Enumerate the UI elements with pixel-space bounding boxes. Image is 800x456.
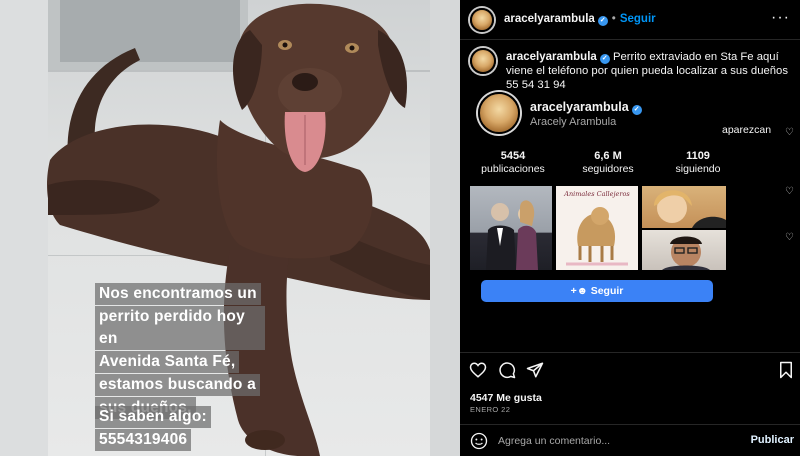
comment-icon[interactable]: [498, 361, 516, 379]
grid-post-thumbnail[interactable]: [642, 186, 726, 228]
profile-preview-fullname: Aracely Arambula: [530, 116, 617, 128]
post-date[interactable]: ENERO 22: [470, 405, 510, 414]
caption-avatar[interactable]: [470, 48, 496, 74]
comment-input[interactable]: Agrega un comentario...: [498, 435, 610, 447]
story-text-line: Avenida Santa Fé,: [95, 351, 240, 373]
profile-stats: 5454 publicaciones 6,6 Mseguidores 1109 si…: [478, 150, 738, 180]
divider: [460, 352, 800, 353]
caption-username[interactable]: aracelyarambula: [506, 51, 597, 63]
grid-post-thumbnail[interactable]: Animales Callejeros: [556, 186, 638, 270]
story-text-block-2: Si saben algo: 5554319406: [95, 406, 265, 452]
post-sidebar: aracelyarambula ✓ • Seguir ··· aracelyaramb…: [460, 0, 800, 456]
stat-following: 1109 siguiendo: [675, 150, 721, 175]
follow-link[interactable]: Seguir: [620, 13, 656, 25]
header-username[interactable]: aracelyarambula: [504, 13, 595, 25]
follow-button-label: Seguir: [590, 285, 624, 297]
share-icon[interactable]: [526, 361, 544, 379]
comment-like-icon[interactable]: ♡: [785, 232, 794, 243]
heart-icon[interactable]: [469, 361, 487, 379]
post-header: aracelyarambula ✓ • Seguir ···: [460, 0, 800, 40]
emoji-icon[interactable]: [470, 432, 488, 450]
story-text-line: Nos encontramos un: [95, 283, 261, 305]
like-count[interactable]: 4547 Me gusta: [470, 392, 542, 404]
grid-post-thumbnail[interactable]: [642, 230, 726, 270]
verified-badge-icon: ✓: [599, 54, 610, 64]
comment-bar: Agrega un comentario... Publicar: [460, 425, 800, 456]
comment-like-icon[interactable]: ♡: [785, 127, 794, 138]
post-actions: [460, 358, 800, 384]
photo-right-border: [430, 0, 460, 456]
header-name-row: aracelyarambula ✓ • Seguir: [504, 13, 656, 26]
verified-badge-icon: ✓: [631, 105, 642, 115]
profile-post-grid: Animales Callejeros: [470, 186, 726, 270]
caption-text: aracelyarambula ✓ Perrito extraviado en S…: [506, 50, 796, 92]
verified-badge-icon: ✓: [597, 16, 608, 26]
avatar[interactable]: [470, 8, 494, 32]
stat-posts: 5454 publicaciones: [481, 150, 545, 175]
separator-dot: •: [611, 13, 616, 25]
comment-fragment: aparezcan: [722, 124, 772, 136]
add-user-icon: +☻: [570, 285, 588, 297]
profile-preview-username[interactable]: aracelyarambula ✓: [530, 100, 642, 115]
story-text-block-1: Nos encontramos un perrito perdido hoy e…: [95, 283, 265, 420]
story-text-line: estamos buscando a: [95, 374, 260, 396]
story-photo: Nos encontramos un perrito perdido hoy e…: [0, 0, 460, 456]
grid-post-thumbnail[interactable]: [470, 186, 552, 270]
story-phone-number: 5554319406: [95, 429, 192, 451]
bookmark-icon[interactable]: [778, 361, 794, 379]
story-text-line: Si saben algo:: [95, 406, 211, 428]
follow-button[interactable]: +☻ Seguir: [481, 280, 713, 302]
story-text-line: perrito perdido hoy en: [95, 306, 265, 350]
stat-followers: 6,6 Mseguidores: [582, 150, 634, 175]
more-options-icon[interactable]: ···: [771, 9, 790, 27]
profile-preview-avatar[interactable]: [478, 92, 520, 134]
publish-button[interactable]: Publicar: [751, 434, 794, 446]
comment-like-icon[interactable]: ♡: [785, 186, 794, 197]
